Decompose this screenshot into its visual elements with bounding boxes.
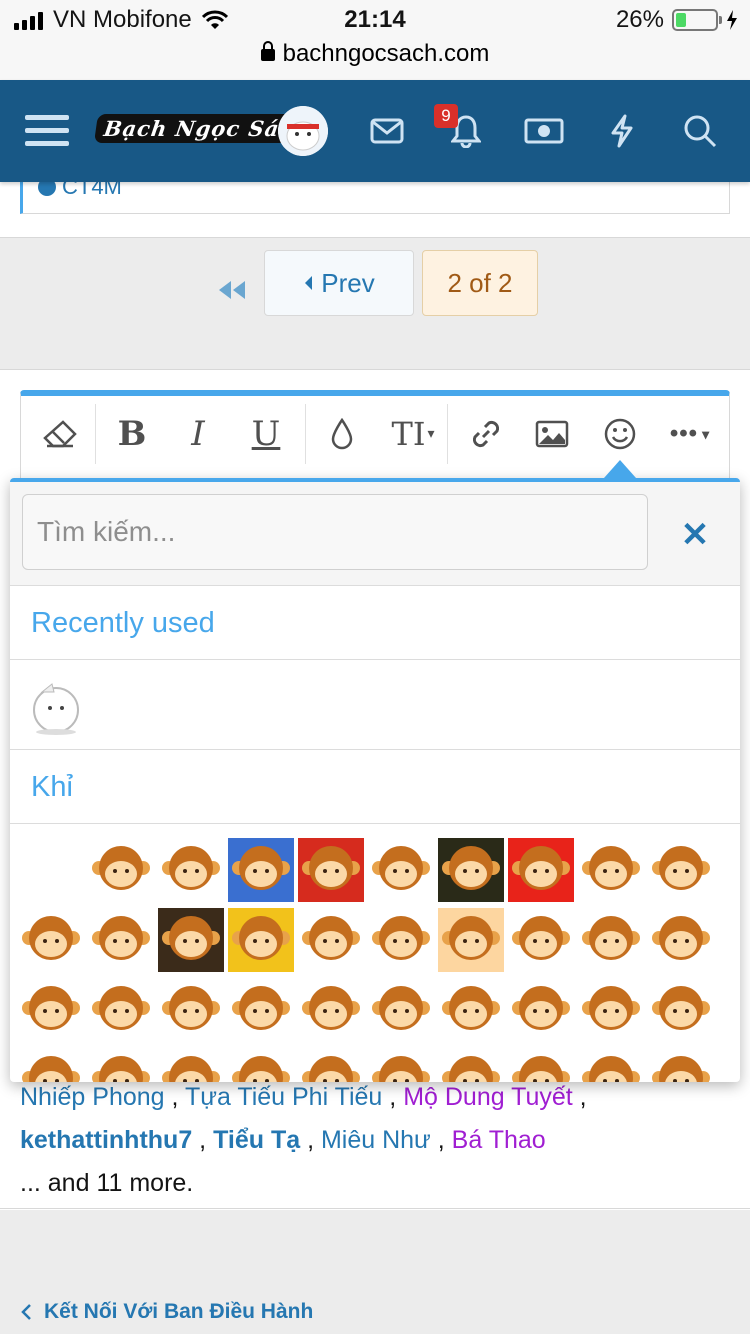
monkey-emoji[interactable] [438, 838, 504, 902]
recently-used-header: Recently used [10, 586, 740, 660]
monkey-emoji[interactable] [18, 908, 84, 972]
category-header: Khỉ [10, 750, 740, 824]
pagination: Prev 2 of 2 [0, 238, 750, 370]
monkey-emoji[interactable] [438, 908, 504, 972]
first-page-icon[interactable] [210, 270, 254, 310]
monkey-emoji[interactable] [578, 1048, 644, 1082]
monkey-emoji[interactable] [508, 978, 574, 1042]
user-link[interactable]: Tựa Tiếu Phi Tiếu [185, 1083, 382, 1111]
monkey-emoji[interactable] [578, 908, 644, 972]
current-page: 2 of 2 [422, 250, 538, 316]
lock-icon [260, 41, 275, 61]
monkey-emoji[interactable] [508, 908, 574, 972]
monkey-emoji[interactable] [228, 838, 294, 902]
notification-badge: 9 [434, 104, 458, 128]
monkey-emoji[interactable] [158, 838, 224, 902]
menu-icon[interactable] [24, 80, 70, 182]
monkey-emoji[interactable] [578, 838, 644, 902]
mail-icon[interactable] [366, 80, 408, 182]
recent-emoji[interactable] [24, 670, 88, 736]
lightning-icon[interactable] [606, 80, 638, 182]
monkey-emoji[interactable] [158, 978, 224, 1042]
monkey-emoji[interactable] [368, 908, 434, 972]
monkey-emoji[interactable] [228, 908, 294, 972]
user-link[interactable]: Bá Thao [452, 1126, 546, 1154]
bold-icon[interactable]: B [107, 404, 157, 464]
monkey-emoji[interactable] [18, 838, 84, 902]
user-link[interactable]: Miêu Như [321, 1126, 431, 1154]
monkey-emoji[interactable] [158, 1048, 224, 1082]
bell-icon[interactable] [446, 80, 486, 182]
monkey-emoji[interactable] [88, 1048, 154, 1082]
monkey-emoji[interactable] [578, 978, 644, 1042]
site-navbar: Bạch Ngọc Sách [0, 80, 750, 182]
quote-box [20, 182, 730, 214]
text-size-icon[interactable]: TI ▾ [383, 404, 443, 464]
recently-used-row [10, 660, 740, 750]
link-icon[interactable] [461, 404, 511, 464]
breadcrumb[interactable]: Kết Nối Với Ban Điều Hành [20, 1300, 313, 1324]
eraser-icon[interactable] [35, 404, 85, 464]
chevron-left-icon [21, 1304, 31, 1320]
monkey-emoji[interactable] [228, 1048, 294, 1082]
monkey-emoji[interactable] [88, 908, 154, 972]
more-reactions-link[interactable]: ... and 11 more. [20, 1162, 720, 1205]
user-link[interactable]: Nhiếp Phong [20, 1083, 165, 1111]
prev-page-button[interactable]: Prev [264, 250, 414, 316]
breadcrumb-label: Kết Nối Với Ban Điều Hành [44, 1300, 314, 1323]
divider [0, 1208, 750, 1209]
user-link[interactable]: kethattinhthu7 [20, 1126, 192, 1154]
url-bar[interactable]: bachngocsach.com [0, 40, 750, 68]
italic-icon[interactable]: I [173, 404, 223, 464]
emoji-picker: ✕ Recently used Khỉ [10, 478, 740, 1082]
user-link[interactable]: Tiểu Tạ [213, 1126, 300, 1154]
charging-icon [727, 10, 737, 30]
search-icon[interactable] [682, 80, 718, 182]
prev-label: Prev [321, 267, 375, 298]
monkey-emoji[interactable] [88, 838, 154, 902]
close-icon[interactable]: ✕ [680, 518, 710, 552]
monkey-emoji[interactable] [508, 838, 574, 902]
reaction-line-1: Nhiếp Phong , Tựa Tiếu Phi Tiếu , Mộ Dun… [20, 1083, 587, 1111]
monkey-emoji[interactable] [648, 1048, 714, 1082]
monkey-emoji[interactable] [228, 978, 294, 1042]
battery-icon [672, 9, 722, 31]
status-bar: VN Mobifone 21:14 26% bachngocsach.com [0, 0, 750, 80]
monkey-emoji[interactable] [368, 978, 434, 1042]
reaction-line-2: kethattinhthu7 , Tiểu Tạ , Miêu Như , Bá… [20, 1126, 546, 1154]
monkey-emoji[interactable] [508, 1048, 574, 1082]
monkey-emoji[interactable] [438, 978, 504, 1042]
monkey-emoji[interactable] [298, 908, 364, 972]
emoji-search-bar: ✕ [10, 482, 740, 586]
monkey-emoji[interactable] [368, 1048, 434, 1082]
monkey-emoji[interactable] [648, 978, 714, 1042]
color-drop-icon[interactable] [317, 404, 367, 464]
monkey-emoji[interactable] [298, 1048, 364, 1082]
monkey-emoji[interactable] [158, 908, 224, 972]
more-icon[interactable]: ••• ▾ [661, 404, 719, 464]
monkey-emoji[interactable] [438, 1048, 504, 1082]
monkey-emoji[interactable] [648, 838, 714, 902]
user-link[interactable]: Mộ Dung Tuyết [403, 1083, 573, 1111]
monkey-emoji[interactable] [368, 838, 434, 902]
popup-arrow [604, 460, 636, 478]
monkey-emoji[interactable] [18, 1048, 84, 1082]
previous-post: CT4M [0, 174, 750, 238]
battery-percent: 26% [615, 6, 664, 33]
battery-info: 26% [616, 6, 738, 34]
monkey-emoji[interactable] [298, 838, 364, 902]
avatar[interactable] [278, 106, 328, 156]
chevron-left-icon [305, 276, 313, 290]
money-icon[interactable] [522, 80, 566, 182]
emoji-search-input[interactable] [22, 494, 648, 570]
monkey-emoji[interactable] [648, 908, 714, 972]
monkey-emoji[interactable] [18, 978, 84, 1042]
image-icon[interactable] [527, 404, 577, 464]
reaction-list: Nhiếp Phong , Tựa Tiếu Phi Tiếu , Mộ Dun… [20, 1076, 720, 1205]
url-text: bachngocsach.com [282, 40, 490, 67]
underline-icon[interactable]: U [241, 404, 291, 464]
smiley-icon[interactable] [595, 404, 645, 464]
monkey-emoji[interactable] [298, 978, 364, 1042]
monkey-emoji[interactable] [88, 978, 154, 1042]
